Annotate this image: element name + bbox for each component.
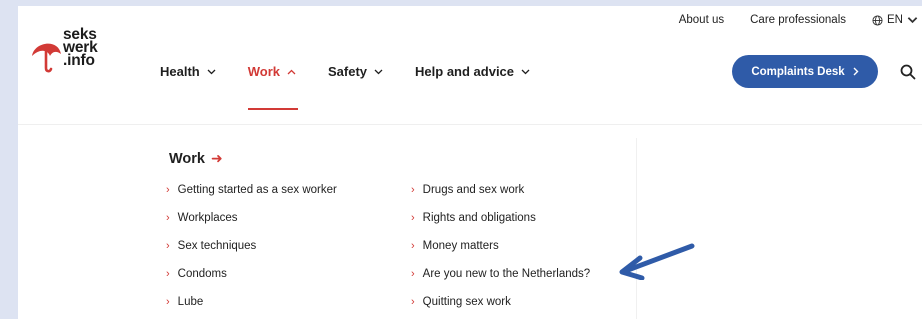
menu-item-label: Condoms [177, 268, 227, 280]
complaints-desk-label: Complaints Desk [751, 65, 845, 78]
main-nav: Health Work Safety Help and advice [160, 64, 562, 110]
nav-label-health: Health [160, 64, 200, 79]
umbrella-logo-icon [32, 43, 61, 73]
menu-item-label: Rights and obligations [422, 212, 536, 224]
menu-item-drugs[interactable]: › Drugs and sex work [411, 183, 590, 211]
chevron-right-icon: › [411, 212, 415, 224]
menu-item-label: Sex techniques [177, 240, 257, 252]
menu-column-right: › Drugs and sex work › Rights and obligati… [411, 183, 590, 319]
nav-item-help-and-advice[interactable]: Help and advice [415, 64, 530, 79]
chevron-down-icon [521, 69, 530, 74]
care-professionals-link[interactable]: Care professionals [750, 14, 846, 26]
chevron-right-icon: › [166, 212, 170, 224]
chevron-right-icon [853, 67, 859, 76]
menu-item-label: Lube [177, 296, 204, 308]
menu-item-label: Workplaces [177, 212, 238, 224]
menu-item-workplaces[interactable]: › Workplaces [166, 211, 337, 239]
menu-item-label: Are you new to the Netherlands? [422, 268, 591, 280]
search-icon[interactable] [900, 64, 916, 80]
chevron-right-icon: › [166, 184, 170, 196]
chevron-right-icon: › [166, 296, 170, 308]
page: About us Care professionals EN seks werk… [18, 6, 922, 319]
menu-item-sex-techniques[interactable]: › Sex techniques [166, 239, 337, 267]
chevron-right-icon: › [411, 268, 415, 280]
menu-item-quitting[interactable]: › Quitting sex work [411, 295, 590, 319]
chevron-down-icon [374, 69, 383, 74]
annotation-arrow-icon [619, 243, 695, 280]
menu-item-getting-started[interactable]: › Getting started as a sex worker [166, 183, 337, 211]
chevron-right-icon: › [166, 268, 170, 280]
menu-right-panel [636, 138, 922, 319]
chevron-right-icon: › [166, 240, 170, 252]
menu-item-label: Money matters [422, 240, 499, 252]
complaints-desk-button[interactable]: Complaints Desk [732, 55, 878, 88]
chevron-right-icon: › [411, 184, 415, 196]
nav-label-help: Help and advice [415, 64, 515, 79]
nav-item-health[interactable]: Health [160, 64, 216, 79]
menu-item-lube[interactable]: › Lube [166, 295, 337, 319]
menu-title-text: Work [169, 150, 205, 167]
chevron-right-icon: › [411, 296, 415, 308]
globe-icon [872, 14, 883, 26]
chevron-down-icon [907, 16, 918, 23]
menu-title-link[interactable]: Work ➜ [169, 150, 223, 167]
language-label: EN [887, 14, 903, 26]
nav-label-work: Work [247, 64, 280, 79]
menu-divider [18, 124, 922, 125]
chevron-down-icon [207, 69, 216, 74]
nav-item-safety[interactable]: Safety [328, 64, 383, 79]
menu-item-label: Getting started as a sex worker [177, 184, 337, 196]
menu-column-left: › Getting started as a sex worker › Workpl… [166, 183, 337, 319]
nav-item-work[interactable]: Work [247, 64, 299, 110]
language-selector[interactable]: EN [872, 14, 922, 26]
menu-item-rights[interactable]: › Rights and obligations [411, 211, 590, 239]
about-us-link[interactable]: About us [679, 14, 724, 26]
menu-item-label: Quitting sex work [422, 296, 511, 308]
logo-wordmark: seks werk .info [63, 27, 98, 69]
menu-item-label: Drugs and sex work [422, 184, 525, 196]
chevron-right-icon: › [411, 240, 415, 252]
utility-bar: About us Care professionals EN [679, 14, 922, 26]
logo[interactable]: seks werk .info [30, 27, 110, 84]
logo-line-3: .info [63, 52, 95, 69]
menu-item-money[interactable]: › Money matters [411, 239, 590, 267]
menu-item-condoms[interactable]: › Condoms [166, 267, 337, 295]
arrow-right-icon: ➜ [211, 150, 223, 166]
chevron-up-icon [287, 69, 296, 74]
nav-label-safety: Safety [328, 64, 368, 79]
menu-item-new-to-netherlands[interactable]: › Are you new to the Netherlands? [411, 267, 590, 295]
